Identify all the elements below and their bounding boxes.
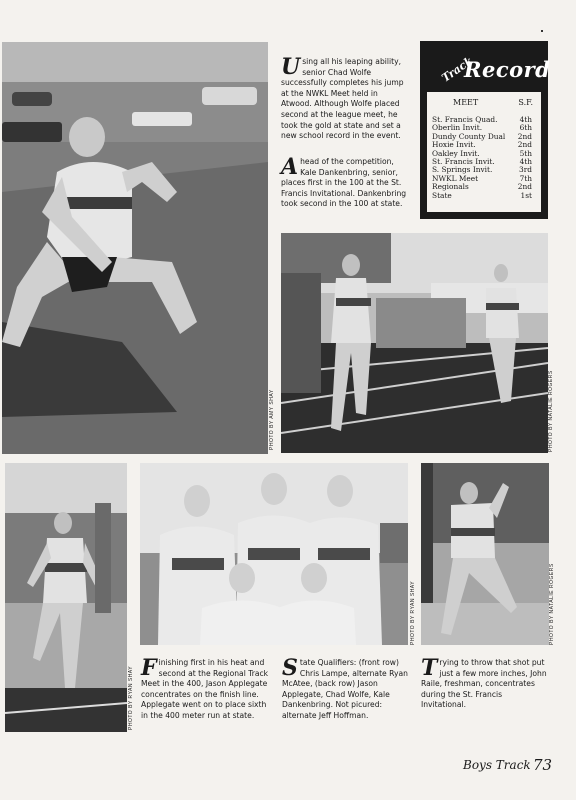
track-record-box: Track Record MEET S.F. St. Francis Quad.… bbox=[420, 41, 550, 219]
caption-wolfe: Using all his leaping ability, senior Ch… bbox=[281, 54, 404, 141]
record-row: State 1st bbox=[432, 190, 536, 200]
shot-put-photo bbox=[421, 463, 549, 645]
caption-qualifiers: State Qualifiers: (front row) Chris Lamp… bbox=[282, 655, 408, 720]
drop-cap: A bbox=[281, 154, 299, 180]
photo-credit: PHOTO BY AMY SHAY bbox=[269, 389, 275, 450]
drop-cap: T bbox=[421, 655, 438, 681]
record-title-large: Record bbox=[464, 57, 551, 82]
drop-cap: U bbox=[281, 54, 301, 80]
section-label: Boys Track bbox=[463, 758, 531, 772]
photo-credit: PHOTO BY NATALIE ROGERS bbox=[548, 370, 554, 452]
record-title: Track Record bbox=[439, 47, 549, 89]
sprint-photo bbox=[281, 233, 548, 453]
drop-cap: S bbox=[282, 655, 298, 681]
long-jump-photo bbox=[2, 42, 268, 454]
drop-cap: F bbox=[141, 655, 157, 681]
team-photo bbox=[140, 463, 408, 645]
runner-photo bbox=[5, 463, 127, 732]
photo-credit: PHOTO BY NATALIE ROGERS bbox=[549, 563, 555, 645]
caption-raile: Trying to throw that shot put just a few… bbox=[421, 655, 547, 710]
record-place: 1st bbox=[520, 190, 532, 200]
caption-dankenbring: Ahead of the competition, Kale Dankenbri… bbox=[281, 154, 407, 209]
record-col-place: S.F. bbox=[518, 98, 533, 107]
record-rows: St. Francis Quad. 4th Oberlin Invit. 6th Dun… bbox=[432, 115, 536, 200]
caption-applegate: Finishing first in his heat and second a… bbox=[141, 655, 269, 720]
photo-credit: PHOTO BY RYAN SHAY bbox=[410, 580, 416, 645]
record-col-meet: MEET bbox=[453, 98, 479, 107]
photo-credit: PHOTO BY RYAN SHAY bbox=[128, 665, 134, 730]
page-number: 73 bbox=[533, 756, 553, 774]
page-mark bbox=[541, 30, 543, 32]
record-meet-name: State bbox=[432, 190, 452, 200]
record-table: MEET S.F. St. Francis Quad. 4th Oberlin In… bbox=[427, 92, 541, 212]
